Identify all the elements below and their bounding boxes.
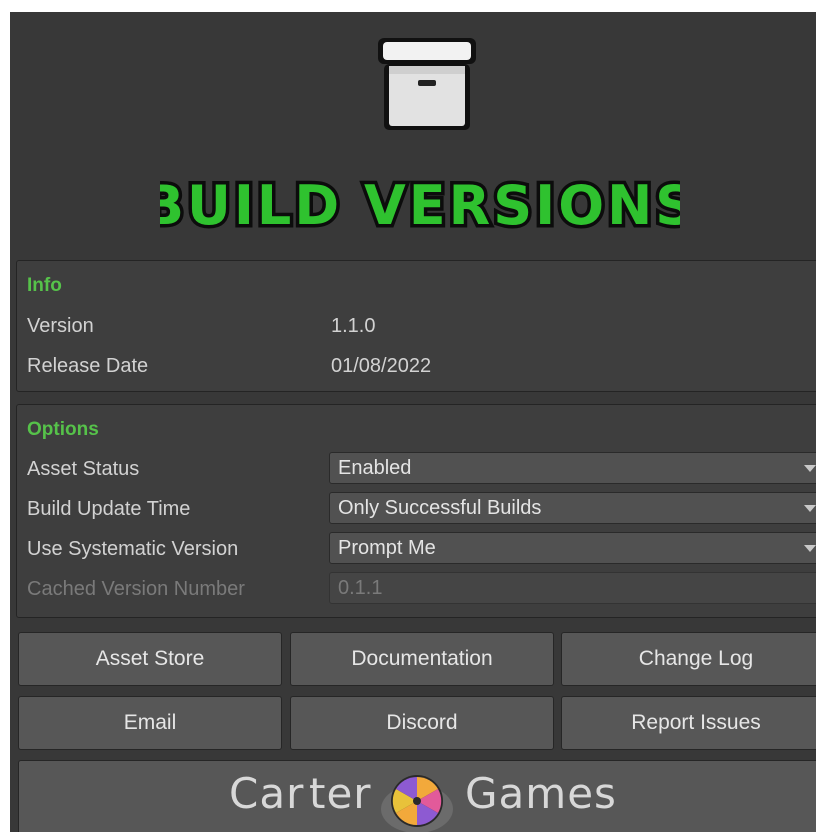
- title-build-versions: BUILD VERSIONS: [160, 171, 680, 241]
- brand-text-car: Car: [229, 769, 305, 818]
- dropdown-arrow-icon: [804, 465, 816, 472]
- documentation-button[interactable]: Documentation: [290, 632, 554, 686]
- title-text: BUILD VERSIONS: [160, 174, 680, 237]
- release-date-value: 01/08/2022: [331, 355, 432, 377]
- report-issues-button[interactable]: Report Issues: [561, 696, 816, 750]
- release-date-label: Release Date: [27, 355, 149, 377]
- dropdown-arrow-icon: [804, 545, 816, 552]
- email-button[interactable]: Email: [18, 696, 282, 750]
- build-update-time-dropdown[interactable]: Only Successful Builds: [329, 492, 816, 524]
- header-logo-area: BUILD VERSIONS: [10, 12, 816, 258]
- asset-store-button[interactable]: Asset Store: [18, 632, 282, 686]
- info-panel: Info Version 1.1.0 Release Date 01/08/20…: [16, 260, 816, 392]
- cached-version-number-field: 0.1.1: [329, 572, 816, 604]
- discord-button[interactable]: Discord: [290, 696, 554, 750]
- build-update-time-label: Build Update Time: [27, 498, 191, 520]
- carter-games-button[interactable]: Car ter Games: [18, 760, 816, 832]
- use-systematic-version-label: Use Systematic Version: [27, 538, 239, 560]
- storage-box-icon: [378, 38, 476, 130]
- info-panel-title: Info: [27, 275, 62, 296]
- options-panel-title: Options: [27, 419, 99, 440]
- version-label: Version: [27, 315, 94, 337]
- use-systematic-version-dropdown[interactable]: Prompt Me: [329, 532, 816, 564]
- version-value: 1.1.0: [331, 315, 376, 337]
- cached-version-number-value: 0.1.1: [338, 577, 383, 599]
- cached-version-number-label: Cached Version Number: [27, 578, 245, 600]
- dropdown-arrow-icon: [804, 505, 816, 512]
- options-panel: Options Asset Status Enabled Build Updat…: [16, 404, 816, 618]
- build-versions-editor-window: BUILD VERSIONS Info Version 1.1.0 Releas…: [10, 12, 816, 832]
- asset-status-label: Asset Status: [27, 458, 140, 480]
- change-log-button[interactable]: Change Log: [561, 632, 816, 686]
- brand-text-ter: ter: [309, 769, 372, 818]
- build-update-time-value: Only Successful Builds: [338, 497, 542, 519]
- asset-status-dropdown[interactable]: Enabled: [329, 452, 816, 484]
- asset-status-value: Enabled: [338, 457, 412, 479]
- use-systematic-version-value: Prompt Me: [338, 537, 436, 559]
- brand-text-games: Games: [465, 769, 617, 818]
- carter-games-logo-icon: [381, 775, 453, 832]
